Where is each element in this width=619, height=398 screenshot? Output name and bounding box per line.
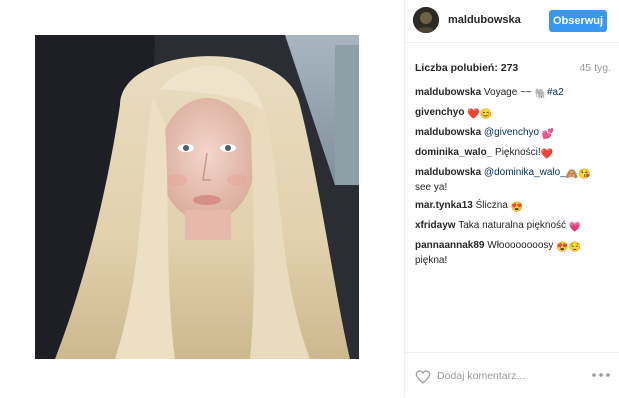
comment-item: dominika_walo_ Piękności!❤️ xyxy=(415,146,605,161)
comment-text: Voyage ~~ xyxy=(483,87,535,98)
comment-username[interactable]: dominika_walo_ xyxy=(415,147,492,158)
author-username[interactable]: maldubowska xyxy=(448,14,521,26)
comment-item: maldubowska Voyage ~~ 🐘#a2 xyxy=(415,86,605,101)
comment-username[interactable]: givenchyo xyxy=(415,107,464,118)
comment-item: maldubowska @dominika_walo_🙈😘 see ya! xyxy=(415,166,605,194)
comment-username[interactable]: xfridayw xyxy=(415,220,456,231)
more-options-icon[interactable] xyxy=(591,372,611,378)
heart-emoji-icon: ❤️ xyxy=(540,149,554,160)
avatar[interactable] xyxy=(413,7,439,33)
comment-username[interactable]: maldubowska xyxy=(415,127,481,138)
comment-item: givenchyo ❤️😊 xyxy=(415,106,605,121)
post-header: maldubowska Obserwuj xyxy=(405,0,619,43)
comment-hashtag[interactable]: #a2 xyxy=(547,87,564,98)
comment-text: Włoooooooosy xyxy=(487,240,554,251)
comment-username[interactable]: maldubowska xyxy=(415,87,481,98)
comment-mention[interactable]: @givenchyo xyxy=(484,127,539,138)
heart-icon[interactable] xyxy=(415,369,431,385)
comment-footer xyxy=(405,352,619,398)
add-comment-input[interactable] xyxy=(437,368,567,384)
post-stats: Liczba polubień: 273 45 tyg. xyxy=(415,62,611,74)
comment-text: Śliczna xyxy=(475,200,508,211)
likes-count[interactable]: Liczba polubień: 273 xyxy=(415,62,518,74)
heart-smile-emoji-icon: ❤️😊 xyxy=(467,109,493,120)
heart-eyes-relieved-emoji-icon: 😍😌 xyxy=(556,242,582,253)
comment-item: mar.tynka13 Śliczna 😍 xyxy=(415,199,605,214)
comment-text: Taka naturalna piękność xyxy=(458,220,567,231)
comment-text: see ya! xyxy=(415,182,448,193)
comment-list: maldubowska Voyage ~~ 🐘#a2 givenchyo ❤️😊… xyxy=(415,86,605,272)
avatar-image xyxy=(413,7,439,33)
comment-text: piękna! xyxy=(415,255,448,266)
follow-button[interactable]: Obserwuj xyxy=(549,10,607,32)
post-sidebar: maldubowska Obserwuj Liczba polubień: 27… xyxy=(404,0,619,397)
post-time[interactable]: 45 tyg. xyxy=(579,62,611,74)
comment-text: Piękności! xyxy=(495,147,541,158)
comment-item: pannaannak89 Włoooooooosy 😍😌 piękna! xyxy=(415,239,605,267)
post-photo-illustration xyxy=(35,35,359,359)
two-hearts-emoji-icon: 💕 xyxy=(541,129,555,140)
comment-item: maldubowska @givenchyo 💕 xyxy=(415,126,605,141)
monkey-kiss-emoji-icon: 🙈😘 xyxy=(565,169,591,180)
post-photo[interactable] xyxy=(35,35,359,359)
elephant-emoji-icon: 🐘 xyxy=(534,89,547,100)
comment-username[interactable]: maldubowska xyxy=(415,167,481,178)
comment-item: xfridayw Taka naturalna piękność 💗 xyxy=(415,219,605,234)
comment-username[interactable]: mar.tynka13 xyxy=(415,200,473,211)
comment-username[interactable]: pannaannak89 xyxy=(415,240,484,251)
heart-eyes-emoji-icon: 😍 xyxy=(510,202,524,213)
comment-mention[interactable]: @dominika_walo_ xyxy=(484,167,566,178)
growing-heart-emoji-icon: 💗 xyxy=(568,222,582,233)
